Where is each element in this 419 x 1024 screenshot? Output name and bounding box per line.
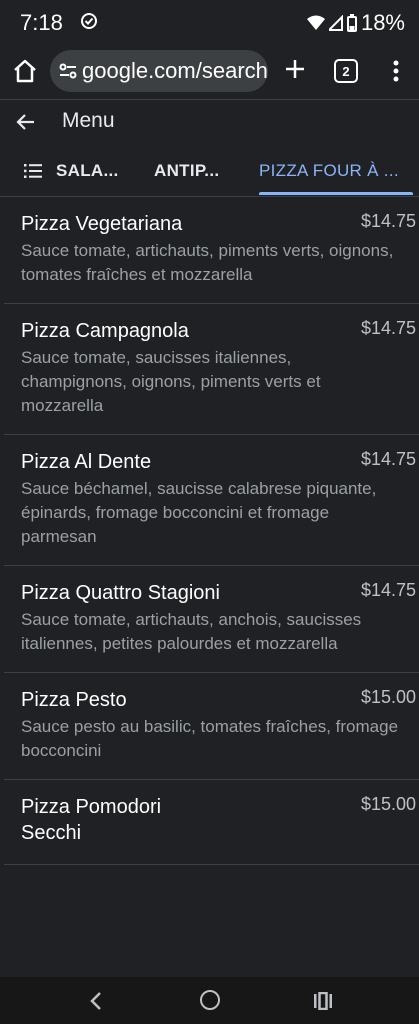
item-name: Pizza Quattro Stagioni [21, 582, 220, 604]
item-price: $14.75 [360, 211, 416, 231]
signal-icon [328, 15, 343, 31]
status-indicators: 18% [306, 10, 405, 36]
nav-home-icon[interactable] [200, 990, 220, 1010]
app-header: Menu [0, 100, 419, 144]
tab-salads[interactable]: SALA... [56, 161, 119, 181]
menu-item[interactable]: Pizza Pomodori Secchi $15.00 [4, 780, 419, 865]
wifi-icon [306, 15, 325, 30]
item-description: Sauce pesto au basilic, tomates fraîches… [21, 717, 399, 760]
url-text: google.com/search [82, 58, 268, 83]
item-price: $15.00 [360, 794, 416, 814]
home-icon[interactable] [12, 58, 38, 84]
item-price: $15.00 [360, 687, 416, 707]
new-tab-icon[interactable] [282, 56, 308, 82]
nav-back-icon[interactable] [88, 991, 104, 1011]
system-nav-bar [0, 977, 419, 1024]
page-title: Menu [62, 109, 115, 132]
item-price: $14.75 [360, 580, 416, 600]
item-name: Pizza Al Dente [21, 451, 152, 473]
status-time: 7:18 [20, 10, 63, 35]
item-description: Sauce tomate, artichauts, piments verts,… [21, 241, 394, 284]
item-name: Pizza Vegetariana [21, 213, 183, 235]
active-tab-indicator [259, 192, 413, 195]
item-description: Sauce tomate, saucisses italiennes, cham… [21, 348, 321, 415]
back-arrow-icon[interactable] [14, 110, 38, 134]
item-name: Pizza Pesto [21, 689, 127, 711]
category-tabs: SALA... ANTIP... PIZZA FOUR À ... [0, 148, 419, 196]
menu-item[interactable]: Pizza Vegetariana $14.75 Sauce tomate, a… [4, 197, 419, 304]
item-name: Pizza Campagnola [21, 320, 189, 342]
menu-item[interactable]: Pizza Campagnola $14.75 Sauce tomate, sa… [4, 304, 419, 435]
battery-icon [346, 14, 357, 32]
site-settings-icon[interactable] [58, 61, 78, 81]
category-list-icon[interactable] [24, 163, 42, 179]
menu-item[interactable]: Pizza Quattro Stagioni $14.75 Sauce toma… [4, 566, 419, 673]
status-bar: 7:18 18% [0, 0, 419, 46]
menu-item[interactable]: Pizza Al Dente $14.75 Sauce béchamel, sa… [4, 435, 419, 566]
menu-list[interactable]: Pizza Vegetariana $14.75 Sauce tomate, a… [4, 197, 419, 977]
item-description: Sauce béchamel, saucisse calabrese piqua… [21, 479, 377, 546]
battery-level: 18% [360, 10, 405, 35]
menu-item[interactable]: Pizza Pesto $15.00 Sauce pesto au basili… [4, 673, 419, 780]
item-description: Sauce tomate, artichauts, anchois, sauci… [21, 610, 362, 653]
tab-switcher-button[interactable]: 2 [334, 59, 358, 83]
item-price: $14.75 [360, 449, 416, 469]
nav-recents-icon[interactable] [313, 992, 333, 1010]
more-options-icon[interactable] [386, 58, 406, 84]
tab-pizza-four[interactable]: PIZZA FOUR À ... [259, 161, 399, 181]
browser-toolbar: google.com/search 2 [0, 46, 419, 98]
item-price: $14.75 [360, 318, 416, 338]
check-badge-icon [81, 13, 97, 29]
item-name: Pizza Pomodori Secchi [21, 796, 162, 844]
address-bar[interactable]: google.com/search [50, 50, 268, 92]
tab-antipasti[interactable]: ANTIP... [154, 161, 219, 181]
